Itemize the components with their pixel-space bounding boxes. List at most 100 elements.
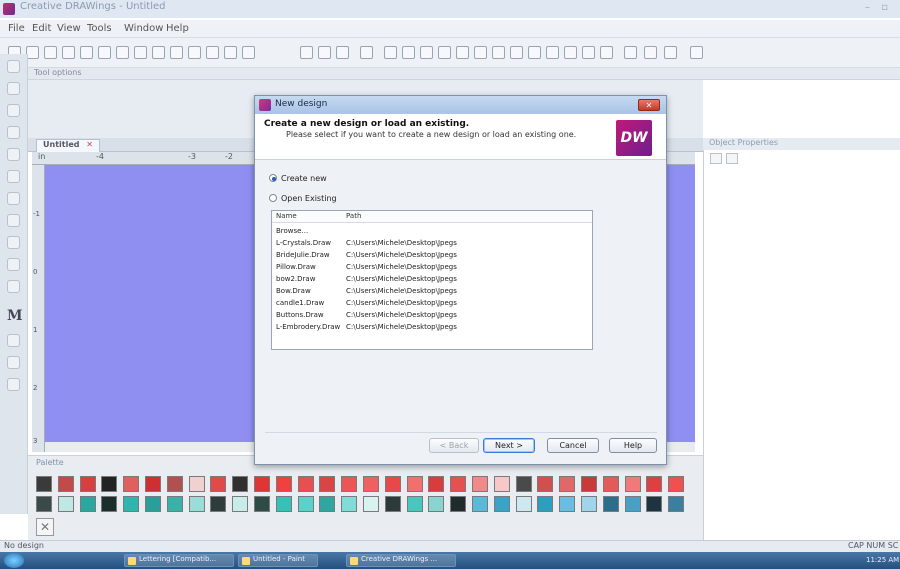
color-swatch[interactable]	[363, 476, 379, 492]
redo-icon[interactable]	[152, 46, 165, 59]
cut-icon[interactable]	[80, 46, 93, 59]
list-item[interactable]: L-Crystals.Draw C:\Users\Michele\Desktop\…	[272, 239, 592, 249]
color-swatch[interactable]	[57, 476, 74, 492]
color-swatch[interactable]	[581, 496, 597, 512]
radio-selected-icon[interactable]	[269, 174, 277, 182]
color-swatch[interactable]	[450, 476, 467, 492]
monogram-tool-icon[interactable]: M	[7, 308, 23, 324]
help-button[interactable]: Help	[609, 438, 657, 453]
color-swatch[interactable]	[254, 476, 270, 492]
color-swatch[interactable]	[232, 496, 249, 512]
guides-icon[interactable]	[600, 46, 613, 59]
taskbar-item-drawings[interactable]: Creative DRAWings ...	[346, 554, 456, 567]
tab-untitled[interactable]: Untitled ✕	[36, 139, 100, 152]
list-item[interactable]: BrideJulie.Draw C:\Users\Michele\Desktop\…	[272, 251, 592, 261]
eyedropper-tool-icon[interactable]	[7, 378, 20, 391]
color-swatch[interactable]	[646, 496, 663, 512]
color-swatch[interactable]	[188, 476, 205, 492]
color-swatch[interactable]	[602, 496, 619, 512]
frame-icon[interactable]	[224, 46, 237, 59]
list-item[interactable]: Buttons.Draw C:\Users\Michele\Desktop\Jpe…	[272, 311, 592, 321]
color-swatch[interactable]	[275, 496, 292, 512]
properties-tab2-icon[interactable]	[726, 153, 738, 164]
color-swatch[interactable]	[406, 476, 423, 492]
no-color-swatch-icon[interactable]: ✕	[36, 518, 54, 536]
color-swatch[interactable]	[210, 476, 227, 492]
flip-icon[interactable]	[318, 46, 331, 59]
color-swatch[interactable]	[123, 476, 140, 492]
select-tool-icon[interactable]	[7, 60, 20, 73]
color-icon[interactable]	[624, 46, 637, 59]
rectangle-tool-icon[interactable]	[7, 214, 20, 227]
color-swatch[interactable]	[668, 476, 685, 492]
same-height-icon[interactable]	[546, 46, 559, 59]
grid-icon[interactable]	[582, 46, 595, 59]
select-icon[interactable]	[206, 46, 219, 59]
color-swatch[interactable]	[275, 476, 292, 492]
shape-tool-icon[interactable]	[7, 82, 20, 95]
color-swatch[interactable]	[57, 496, 74, 512]
color-swatch[interactable]	[624, 496, 641, 512]
embroidery-icon[interactable]	[690, 46, 703, 59]
color-swatch[interactable]	[537, 476, 554, 492]
next-button[interactable]: Next >	[483, 438, 535, 453]
rotate-icon[interactable]	[242, 46, 255, 59]
color-swatch[interactable]	[210, 496, 227, 512]
ellipse-tool-icon[interactable]	[7, 236, 20, 249]
menu-edit[interactable]: Edit	[32, 23, 51, 34]
distribute-h-icon[interactable]	[492, 46, 505, 59]
print-icon[interactable]	[62, 46, 75, 59]
color-swatch[interactable]	[319, 496, 336, 512]
undo-icon[interactable]	[134, 46, 147, 59]
list-item[interactable]: Pillow.Draw C:\Users\Michele\Desktop\Jpeg…	[272, 263, 592, 273]
align-center-icon[interactable]	[402, 46, 415, 59]
cancel-button[interactable]: Cancel	[547, 438, 599, 453]
color-swatch[interactable]	[79, 476, 96, 492]
pen-tool-icon[interactable]	[7, 148, 20, 161]
color-swatch[interactable]	[406, 496, 423, 512]
fill-tool-icon[interactable]	[7, 356, 20, 369]
list-item[interactable]: Bow.Draw C:\Users\Michele\Desktop\Jpegs	[272, 287, 592, 297]
color-swatch[interactable]	[646, 476, 663, 492]
taskbar-item-paint[interactable]: Untitled - Paint	[238, 554, 318, 567]
color-swatch[interactable]	[493, 476, 510, 492]
save-icon[interactable]	[44, 46, 57, 59]
color-swatch[interactable]	[297, 476, 314, 492]
color-swatch[interactable]	[166, 496, 183, 512]
menu-window[interactable]: Window	[124, 23, 163, 34]
column-path[interactable]: Path	[346, 212, 361, 220]
color-swatch[interactable]	[668, 496, 685, 512]
color-swatch[interactable]	[602, 476, 619, 492]
properties-tab-icon[interactable]	[710, 153, 722, 164]
align-top-icon[interactable]	[438, 46, 451, 59]
freehand-tool-icon[interactable]	[7, 170, 20, 183]
color-swatch[interactable]	[428, 496, 445, 512]
color-swatch[interactable]	[188, 496, 205, 512]
align-left-icon[interactable]	[384, 46, 397, 59]
polygon-tool-icon[interactable]	[7, 258, 20, 271]
color-swatch[interactable]	[581, 476, 597, 492]
color-swatch[interactable]	[145, 496, 161, 512]
column-name[interactable]: Name	[276, 212, 297, 220]
text-tool-icon[interactable]	[7, 334, 20, 347]
recent-files-list[interactable]: Name Path Browse... L-Crystals.Draw C:\Us…	[271, 210, 593, 350]
color-swatch[interactable]	[515, 476, 532, 492]
open-existing-radio[interactable]: Open Existing	[269, 194, 337, 203]
group-icon[interactable]	[336, 46, 349, 59]
color-swatch[interactable]	[537, 496, 554, 512]
mirror-icon[interactable]	[300, 46, 313, 59]
color-swatch[interactable]	[384, 476, 401, 492]
color-swatch[interactable]	[254, 496, 270, 512]
color-swatch[interactable]	[319, 476, 336, 492]
align-right-icon[interactable]	[420, 46, 433, 59]
align-bottom-icon[interactable]	[474, 46, 487, 59]
color-swatch[interactable]	[341, 496, 358, 512]
dialog-close-button[interactable]: ✕	[638, 99, 660, 111]
node-tool-icon[interactable]	[7, 104, 20, 117]
create-new-radio[interactable]: Create new	[269, 174, 327, 183]
color-swatch[interactable]	[624, 476, 641, 492]
list-item[interactable]: bow2.Draw C:\Users\Michele\Desktop\Jpegs	[272, 275, 592, 285]
radio-icon[interactable]	[269, 194, 277, 202]
color-swatch[interactable]	[145, 476, 161, 492]
color-swatch[interactable]	[363, 496, 379, 512]
